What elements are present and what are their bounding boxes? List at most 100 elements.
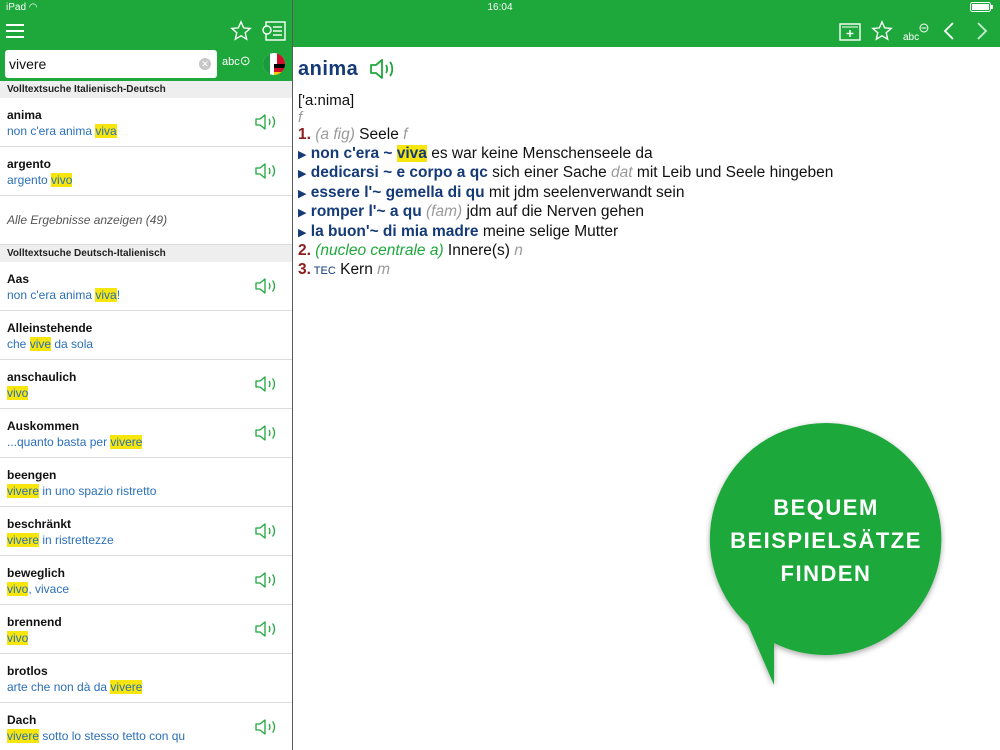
highlight: vivo — [51, 173, 73, 187]
speaker-icon[interactable] — [254, 521, 280, 541]
highlight: vivere — [110, 435, 143, 449]
example-text: in ristrettezze — [39, 533, 114, 547]
translation: mit Leib und Seele hingeben — [632, 164, 834, 181]
sense-number: 3. — [298, 260, 311, 278]
result-headword: beengen — [7, 468, 57, 482]
translation: sich einer Sache — [487, 164, 612, 181]
clear-icon[interactable]: ✕ — [199, 58, 211, 70]
show-all-results[interactable]: Alle Ergebnisse anzeigen (49) — [0, 196, 292, 245]
result-example: ...quanto basta per vivere — [7, 435, 292, 449]
gender-label: f — [403, 126, 408, 143]
result-example: non c'era anima viva — [7, 124, 292, 138]
example-text: che — [7, 337, 30, 351]
menu-icon[interactable] — [5, 21, 25, 41]
example-text: ...quanto basta per — [7, 435, 111, 449]
favorite-star-icon[interactable] — [870, 19, 894, 43]
result-headword: anschaulich — [7, 370, 77, 384]
search-bar: ✕ abc⊙ — [0, 47, 292, 81]
search-box: ✕ — [5, 50, 217, 78]
search-input[interactable] — [9, 54, 194, 74]
battery-icon — [970, 2, 994, 15]
sense-number: 2. — [298, 242, 311, 259]
highlight: vivo — [7, 631, 29, 645]
sense-number: 1. — [298, 126, 311, 143]
result-row[interactable]: brennend vivo — [0, 605, 292, 654]
results-list: Volltextsuche Italienisch-Deutsch anima n… — [0, 81, 292, 750]
speaker-icon[interactable] — [254, 112, 280, 132]
abc-zoom-out-icon[interactable]: abc — [903, 20, 929, 44]
result-row[interactable]: Auskommen ...quanto basta per vivere — [0, 409, 292, 458]
highlight: vivere — [7, 533, 40, 547]
list-icon[interactable] — [261, 20, 286, 42]
meaning-label: (nucleo centrale a) — [310, 242, 444, 259]
result-row[interactable]: anima non c'era anima viva — [0, 98, 292, 147]
forward-chevron-icon[interactable] — [972, 20, 992, 42]
highlight: vivere — [7, 484, 40, 498]
result-row[interactable]: beweglich vivo, vivace — [0, 556, 292, 605]
abc-search-icon[interactable]: abc⊙ — [222, 53, 252, 75]
promo-line: BEISPIELSÄTZE — [730, 528, 922, 553]
register-label: (fam) — [421, 203, 463, 220]
translation: Kern — [335, 260, 378, 278]
gender-label: m — [377, 260, 391, 278]
speaker-icon[interactable] — [254, 570, 280, 590]
example-4: ▶ romper l'~ a qu (fam) jdm auf die Nerv… — [298, 203, 988, 223]
result-row[interactable]: Alleinstehende che vive da sola — [0, 311, 292, 360]
case-label: dat — [611, 164, 633, 181]
language-flag-icon[interactable] — [262, 52, 286, 76]
back-chevron-icon[interactable] — [939, 20, 959, 42]
results-panel: ✕ abc⊙ Volltextsuche Italienisch-Deutsch… — [0, 0, 292, 750]
usage-label: (a fig) — [315, 126, 355, 143]
result-example: vivere in uno spazio ristretto — [7, 484, 292, 498]
speaker-icon[interactable] — [254, 423, 280, 443]
example-text: non c'era anima — [7, 124, 96, 138]
example-phrase: non c'era ~ — [310, 144, 397, 162]
result-row[interactable]: brotlos arte che non dà da vivere — [0, 654, 292, 703]
highlight: vivere — [7, 729, 40, 743]
example-5: ▶ la buon'~ di mia madre meine selige Mu… — [298, 223, 988, 243]
translation: mit jdm seelenverwandt sein — [484, 183, 685, 201]
speaker-icon[interactable] — [254, 374, 280, 394]
translation: Innere(s) — [443, 242, 515, 259]
example-arrow-icon: ▶ — [298, 148, 307, 161]
speaker-icon[interactable] — [254, 619, 280, 639]
example-text: da sola — [51, 337, 94, 351]
result-example: vivere sotto lo stesso tetto con qu — [7, 729, 292, 743]
promo-line: BEQUEM — [773, 495, 879, 520]
sense-2: 2. (nucleo centrale a) Innere(s) n — [298, 242, 988, 261]
result-row[interactable]: beschränkt vivere in ristrettezze — [0, 507, 292, 556]
entry-content: anima ['a:nima] f 1. (a fig) Seele f ▶ n… — [298, 56, 988, 280]
example-3: ▶ essere l'~ gemella di qu mit jdm seele… — [298, 184, 988, 204]
speaker-icon[interactable] — [254, 276, 280, 296]
result-headword: anima — [7, 108, 42, 122]
example-phrase: essere l'~ gemella di qu — [310, 183, 485, 201]
result-row[interactable]: Aas non c'era anima viva! — [0, 262, 292, 311]
section-header: Volltextsuche Italienisch-Deutsch — [0, 81, 292, 98]
speaker-icon[interactable] — [254, 161, 280, 181]
entry-headword: anima — [298, 57, 359, 80]
add-to-list-icon[interactable] — [838, 21, 862, 43]
highlight: vive — [29, 337, 52, 351]
left-toolbar — [0, 16, 292, 47]
result-headword: brennend — [7, 615, 62, 629]
result-row[interactable]: argento argento vivo — [0, 147, 292, 196]
speaker-icon[interactable] — [254, 717, 280, 737]
result-headword: brotlos — [7, 664, 48, 678]
right-toolbar: abc — [293, 16, 1000, 47]
result-headword: beweglich — [7, 566, 66, 580]
translation: es war keine Menschenseele da — [426, 144, 653, 162]
domain-label: TEC — [310, 264, 336, 277]
abc-label: abc — [222, 56, 240, 68]
result-row[interactable]: anschaulich vivo — [0, 360, 292, 409]
example-text: argento — [7, 173, 52, 187]
result-row[interactable]: Dach vivere sotto lo stesso tetto con qu — [0, 703, 292, 750]
example-text: non c'era anima — [7, 288, 96, 302]
result-row[interactable]: beengen vivere in uno spazio ristretto — [0, 458, 292, 507]
example-arrow-icon: ▶ — [298, 187, 307, 200]
translation: Seele — [354, 126, 404, 143]
magnifier-icon: ⊙ — [239, 53, 251, 68]
speaker-icon[interactable] — [368, 56, 398, 82]
highlight: viva — [396, 144, 427, 162]
abc-label: abc — [903, 31, 920, 43]
star-icon[interactable] — [229, 19, 253, 43]
